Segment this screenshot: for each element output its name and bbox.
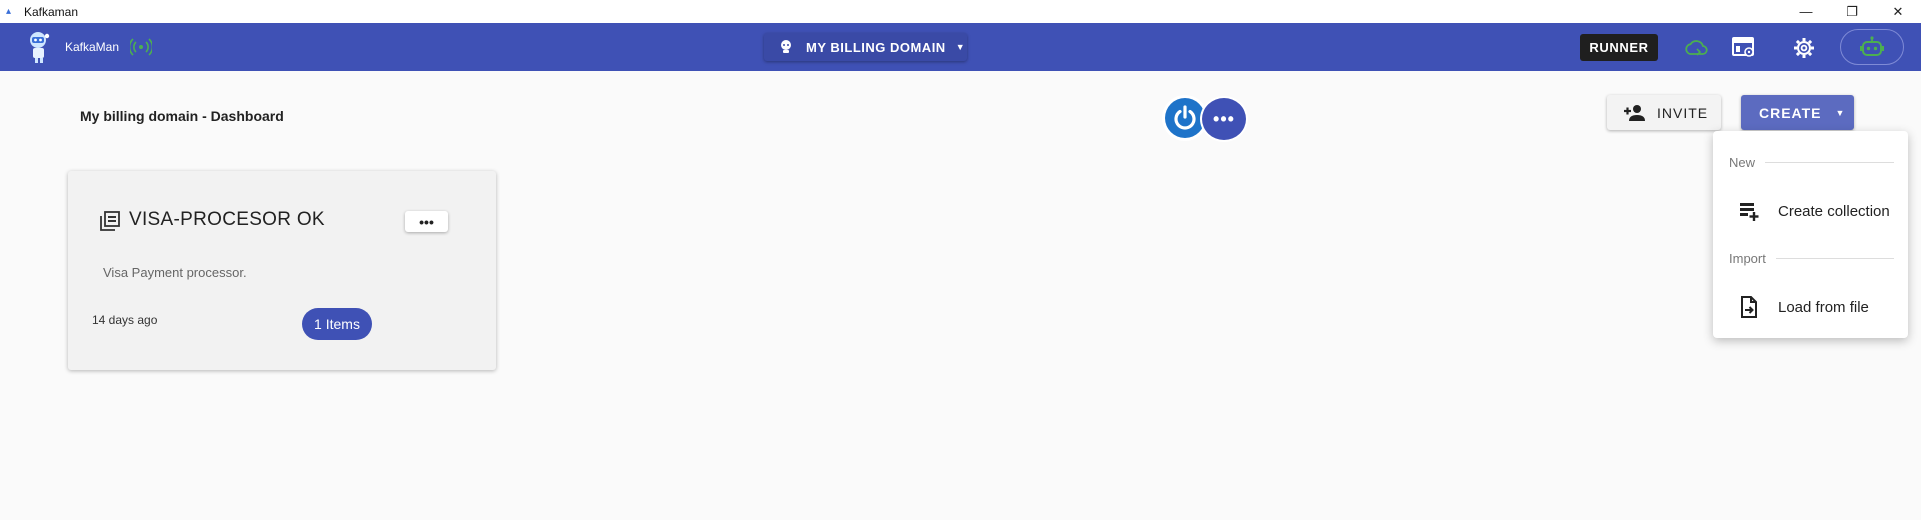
minimize-button[interactable]: — — [1783, 0, 1829, 23]
window-titlebar: ▴ Kafkaman — ❐ ✕ — [0, 0, 1921, 23]
domain-selector[interactable]: MY BILLING DOMAIN ▼ — [764, 33, 967, 61]
more-options-button[interactable]: ••• — [1200, 96, 1248, 142]
invite-label: INVITE — [1657, 104, 1709, 121]
create-menu: New Create collection Import Load from f… — [1713, 131, 1908, 338]
gear-icon[interactable] — [1792, 36, 1816, 60]
menu-item-create-collection[interactable]: Create collection — [1713, 191, 1908, 231]
dashboard-glyph-icon — [1732, 37, 1754, 57]
chevron-down-icon: ▼ — [1835, 107, 1846, 118]
brand[interactable]: KafkaMan — [26, 30, 119, 64]
menu-item-label: Create collection — [1778, 202, 1890, 220]
dashboard-settings-icon[interactable] — [1732, 36, 1756, 60]
assistant-button[interactable] — [1840, 29, 1904, 65]
cloud-sync-icon[interactable] — [1684, 36, 1708, 60]
power-button[interactable] — [1165, 98, 1205, 138]
collection-icon — [100, 211, 120, 231]
collection-card[interactable]: VISA-PROCESOR OK ••• Visa Payment proces… — [68, 171, 496, 370]
kafkaman-logo-icon — [30, 32, 50, 63]
restore-button[interactable]: ❐ — [1829, 0, 1875, 23]
window-title: Kafkaman — [24, 4, 79, 19]
menu-divider — [1765, 162, 1894, 163]
collection-updated-time: 14 days ago — [92, 313, 158, 327]
domain-icon — [781, 40, 791, 53]
menu-item-label: Load from file — [1778, 298, 1869, 316]
menu-section-label: New — [1729, 155, 1756, 170]
app-bar: KafkaMan MY BILLING DOMAIN ▼ RUNNER — [0, 23, 1921, 71]
collection-more-button[interactable]: ••• — [405, 211, 448, 232]
gear-glyph-icon — [1794, 38, 1814, 58]
create-button[interactable]: CREATE ▼ — [1741, 95, 1854, 130]
load-file-icon — [1741, 296, 1757, 318]
collection-title: VISA-PROCESOR OK — [129, 209, 325, 230]
create-collection-icon — [1740, 203, 1759, 221]
close-button[interactable]: ✕ — [1875, 0, 1921, 23]
menu-divider — [1775, 258, 1894, 259]
menu-section-import: Import — [1729, 251, 1894, 266]
menu-section-new: New — [1729, 155, 1894, 170]
menu-section-label: Import — [1729, 251, 1766, 266]
cloud-sync-glyph-icon — [1685, 40, 1708, 56]
brand-name: KafkaMan — [65, 40, 120, 54]
invite-button[interactable]: INVITE — [1607, 95, 1721, 130]
robot-icon — [1860, 36, 1884, 56]
power-icon — [1174, 105, 1196, 130]
add-person-icon — [1624, 104, 1645, 121]
chevron-down-icon: ▼ — [955, 42, 966, 52]
connection-icon — [130, 38, 152, 56]
window-controls: — ❐ ✕ — [1783, 0, 1921, 23]
page-title: My billing domain - Dashboard — [80, 108, 284, 124]
domain-label: MY BILLING DOMAIN — [806, 39, 946, 55]
app-icon: ▴ — [6, 5, 12, 17]
items-count-badge[interactable]: 1 Items — [302, 308, 372, 340]
menu-item-load-from-file[interactable]: Load from file — [1713, 287, 1908, 327]
runner-button[interactable]: RUNNER — [1580, 34, 1658, 61]
collection-description: Visa Payment processor. — [103, 265, 247, 280]
create-label: CREATE — [1759, 104, 1822, 121]
